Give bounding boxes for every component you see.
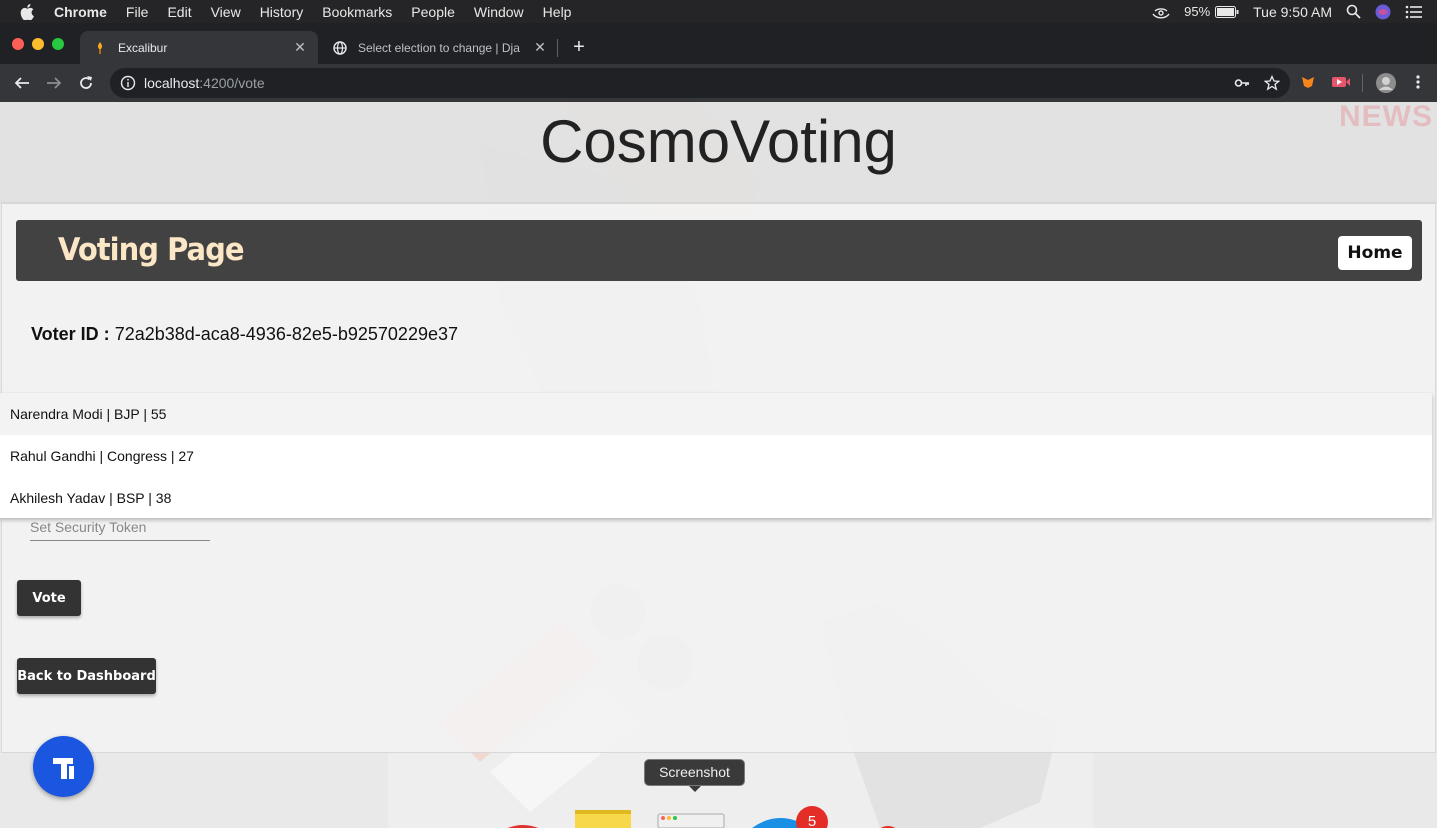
badge-count: 5 (807, 813, 817, 828)
battery-icon (1215, 5, 1239, 18)
site-title: CosmoVoting (540, 108, 897, 175)
menu-window[interactable]: Window (474, 4, 524, 20)
notification-center-icon[interactable] (1405, 5, 1423, 19)
voter-id-line: Voter ID : 72a2b38d-aca8-4936-82e5-b9257… (31, 324, 458, 345)
url-host: localhost (144, 75, 200, 91)
candidate-option[interactable]: Rahul Gandhi | Congress | 27 (0, 435, 1432, 477)
screenshot-app-icon[interactable] (656, 812, 726, 828)
profile-avatar[interactable] (1376, 73, 1396, 93)
tab-close-icon[interactable]: ✕ (532, 39, 548, 56)
browser-tab-strip: Excalibur ✕ Select election to change | … (0, 23, 1437, 64)
news-watermark: NEWS (1339, 102, 1433, 133)
torch-favicon-icon (92, 40, 108, 56)
wifi-icon[interactable] (1152, 5, 1170, 19)
voter-id-label: Voter ID : (31, 324, 110, 344)
candidate-option[interactable]: Akhilesh Yadav | BSP | 38 (0, 477, 1432, 519)
globe-favicon-icon (332, 40, 348, 56)
maximize-window-button[interactable] (52, 38, 64, 50)
tab-title: Excalibur (118, 40, 168, 55)
forward-arrow-icon[interactable] (44, 73, 64, 93)
bookmark-star-icon[interactable] (1264, 75, 1280, 91)
candidate-dropdown: Narendra Modi | BJP | 55 Rahul Gandhi | … (0, 393, 1432, 518)
site-info-icon[interactable] (120, 75, 136, 91)
dock-app-icon[interactable] (874, 820, 902, 828)
apple-icon[interactable] (20, 3, 36, 20)
menu-file[interactable]: File (126, 4, 149, 20)
key-icon[interactable] (1234, 75, 1250, 91)
voter-id-value: 72a2b38d-aca8-4936-82e5-b92570229e37 (114, 324, 458, 344)
menu-view[interactable]: View (211, 4, 241, 20)
home-button[interactable]: Home (1338, 236, 1412, 270)
tab-close-icon[interactable]: ✕ (292, 39, 308, 56)
browser-toolbar: localhost:4200/vote (0, 64, 1437, 102)
vote-button[interactable]: Vote (17, 580, 81, 616)
back-to-dashboard-button[interactable]: Back to Dashboard (17, 658, 156, 694)
minimize-window-button[interactable] (32, 38, 44, 50)
chrome-menu-icon[interactable] (1413, 74, 1423, 90)
menu-edit[interactable]: Edit (167, 4, 191, 20)
url-path: :4200/vote (199, 75, 265, 91)
menu-help[interactable]: Help (543, 4, 572, 20)
window-controls (12, 38, 72, 50)
notes-icon[interactable] (573, 810, 633, 828)
page-navbar: Voting Page Home (16, 220, 1422, 281)
back-arrow-icon[interactable] (12, 73, 32, 93)
new-tab-plus-icon[interactable]: + (568, 36, 590, 58)
tab-select-election[interactable]: Select election to change | Dja ✕ (320, 31, 558, 64)
menu-people[interactable]: People (411, 4, 455, 20)
dock-app-icon[interactable] (498, 820, 548, 828)
close-window-button[interactable] (12, 38, 24, 50)
tab-excalibur[interactable]: Excalibur ✕ (80, 31, 318, 64)
menu-app-name[interactable]: Chrome (54, 4, 107, 20)
dock-tooltip: Screenshot (644, 759, 745, 792)
battery-indicator[interactable]: 95% (1184, 4, 1239, 19)
candidate-option[interactable]: Narendra Modi | BJP | 55 (0, 393, 1432, 435)
menu-bookmarks[interactable]: Bookmarks (322, 4, 392, 20)
clock[interactable]: Tue 9:50 AM (1253, 4, 1332, 20)
app-logo-icon (52, 757, 74, 779)
metamask-extension-icon[interactable] (1300, 74, 1316, 90)
floating-action-button[interactable] (33, 736, 94, 797)
spotlight-search-icon[interactable] (1346, 4, 1361, 19)
navbar-brand[interactable]: Voting Page (58, 231, 245, 268)
macos-menu-bar: Chrome File Edit View History Bookmarks … (0, 0, 1437, 23)
address-bar[interactable]: localhost:4200/vote (110, 68, 1290, 98)
screencast-extension-icon[interactable] (1331, 74, 1351, 90)
menu-history[interactable]: History (260, 4, 304, 20)
security-token-input[interactable]: Set Security Token (30, 516, 210, 541)
reload-icon[interactable] (76, 73, 96, 93)
toolbar-separator (1362, 74, 1363, 92)
page-viewport: CosmoVoting NEWS Voting Page Home Voter … (0, 102, 1437, 828)
tab-separator (557, 39, 558, 57)
tab-title: Select election to change | Dja (358, 40, 520, 55)
battery-percent: 95% (1184, 4, 1211, 19)
siri-icon[interactable] (1375, 4, 1391, 20)
